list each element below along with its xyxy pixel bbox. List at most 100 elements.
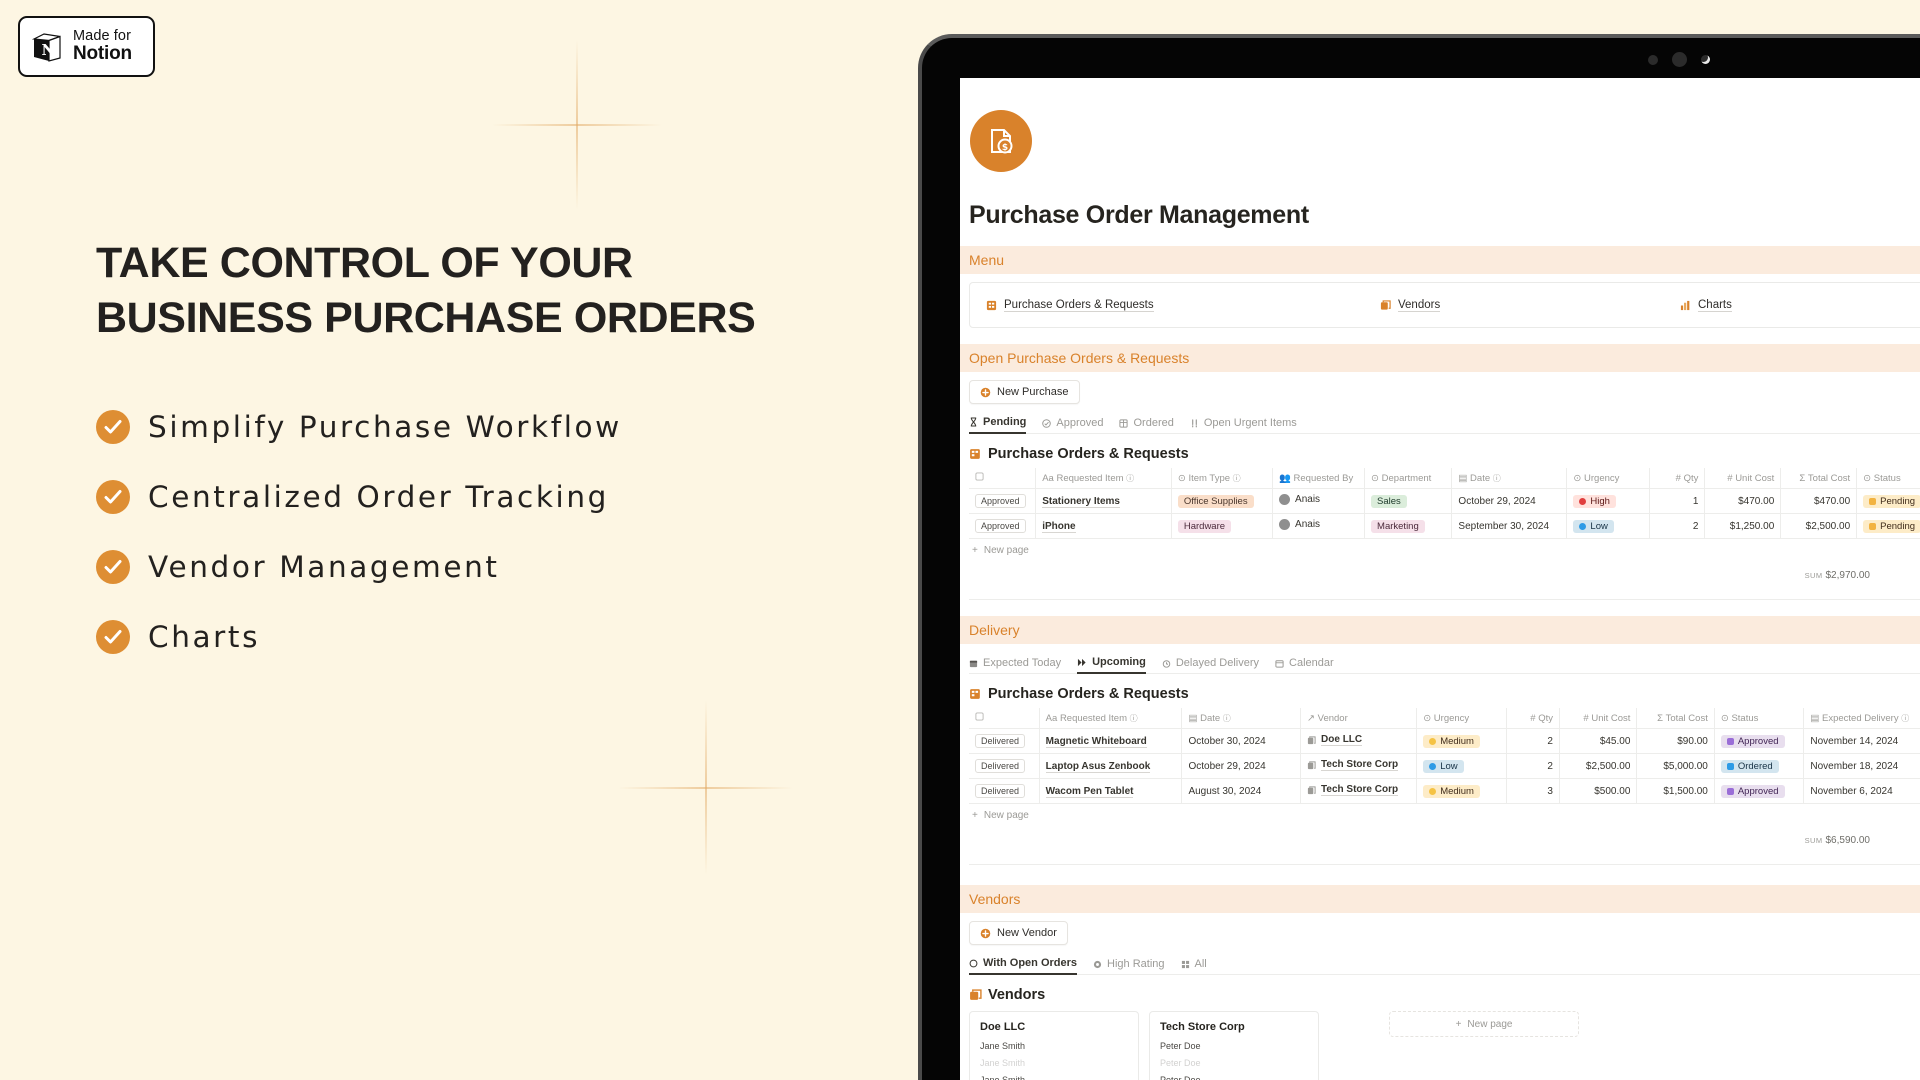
feature-label: Centralized Order Tracking <box>148 480 609 514</box>
row-urgency-cell: High <box>1566 488 1651 514</box>
column-header[interactable] <box>969 468 1037 489</box>
row-vendor-cell[interactable]: Tech Store Corp <box>1300 778 1418 804</box>
page-headline: TAKE CONTROL OF YOUR BUSINESS PURCHASE O… <box>96 239 756 343</box>
new-page-card-button[interactable]: + New page <box>1389 1011 1579 1037</box>
feature-label: Vendor Management <box>148 550 500 584</box>
tab-label: High Rating <box>1107 958 1165 970</box>
vendor-contact: Jane Smith <box>980 1041 1026 1051</box>
menu-item-purchase-orders[interactable]: Purchase Orders & Requests <box>970 299 1380 312</box>
column-header[interactable]: # Unit Cost <box>1559 708 1638 729</box>
row-state-cell: Delivered <box>969 728 1040 754</box>
column-header[interactable]: # Qty <box>1649 468 1706 489</box>
row-department-cell: Sales <box>1364 488 1453 514</box>
database-icon <box>1119 418 1129 428</box>
table-row[interactable]: Delivered Magnetic Whiteboard October 30… <box>969 728 1920 754</box>
table-row[interactable]: Approved iPhone Hardware Anais Marketing… <box>969 513 1920 539</box>
menu-item-vendors[interactable]: Vendors <box>1380 299 1680 312</box>
column-header[interactable]: ↗ Vendor <box>1300 708 1418 729</box>
plus-icon: + <box>972 810 978 821</box>
column-header[interactable]: ▤ Date ⓘ <box>1451 468 1568 489</box>
vendor-card[interactable]: Doe LLC Jane Smith Jane Smith Jane Smith… <box>969 1011 1139 1080</box>
section-divider <box>969 599 1920 600</box>
column-header[interactable]: 👥 Requested By <box>1272 468 1366 489</box>
tab-delayed-delivery[interactable]: Delayed Delivery <box>1162 657 1259 673</box>
tab-open-urgent-items[interactable]: Open Urgent Items <box>1190 417 1297 433</box>
row-urgency-cell: Medium <box>1416 778 1507 804</box>
row-total-cost-cell: $1,500.00 <box>1636 778 1715 804</box>
row-item-cell[interactable]: Laptop Asus Zenbook <box>1039 753 1183 779</box>
new-page-label: New page <box>983 810 1029 821</box>
new-purchase-button[interactable]: New Purchase <box>969 380 1080 404</box>
sensor-icon <box>1648 54 1658 65</box>
tab-calendar[interactable]: Calendar <box>1275 657 1334 673</box>
column-header[interactable]: ⊙ Urgency <box>1566 468 1651 489</box>
row-state-cell: Approved <box>969 488 1037 514</box>
database-title-label: Purchase Orders & Requests <box>988 686 1189 702</box>
sum-label: SUM <box>1804 836 1823 845</box>
database-title-label: Vendors <box>988 987 1046 1003</box>
new-page-button[interactable]: + New page <box>972 545 1920 556</box>
tab-all[interactable]: All <box>1181 958 1207 974</box>
column-header[interactable]: ▤ Date ⓘ <box>1181 708 1302 729</box>
table-row[interactable]: Delivered Laptop Asus Zenbook October 29… <box>969 753 1920 779</box>
row-item-cell[interactable]: Magnetic Whiteboard <box>1039 728 1183 754</box>
tab-label: All <box>1194 958 1207 970</box>
new-page-button[interactable]: + New page <box>972 810 1920 821</box>
column-header[interactable]: # Unit Cost <box>1704 468 1782 489</box>
tablet-bezel-sensors <box>1648 52 1710 67</box>
column-header[interactable]: Σ Total Cost <box>1636 708 1715 729</box>
column-header[interactable]: ⊙ Item Type ⓘ <box>1171 468 1274 489</box>
new-page-label: New page <box>1467 1018 1513 1030</box>
column-header[interactable]: Aa Requested Item ⓘ <box>1035 468 1172 489</box>
row-unit-cost-cell: $45.00 <box>1559 728 1638 754</box>
tab-high-rating[interactable]: High Rating <box>1093 958 1165 974</box>
tab-with-open-orders[interactable]: With Open Orders <box>969 957 1078 975</box>
menu-item-label: Vendors <box>1398 298 1441 312</box>
plus-circle-icon <box>980 928 991 939</box>
double-exclamation-icon <box>1190 418 1199 428</box>
table-row[interactable]: Approved Stationery Items Office Supplie… <box>969 488 1920 514</box>
tab-approved[interactable]: Approved <box>1042 417 1103 433</box>
column-header[interactable]: # Qty <box>1506 708 1560 729</box>
speaker-icon <box>1672 52 1687 67</box>
column-header[interactable]: Σ Total Cost <box>1780 468 1858 489</box>
table-header-row: Aa Requested Item ⓘ ▤ Date ⓘ ↗ Vendor ⊙ … <box>969 708 1920 729</box>
section-header-vendors: Vendors <box>960 885 1920 913</box>
vendor-name: Tech Store Corp <box>1160 1021 1245 1033</box>
column-header[interactable]: ⊙ Status <box>1714 708 1805 729</box>
plus-circle-icon <box>980 387 991 398</box>
tab-ordered[interactable]: Ordered <box>1119 417 1174 433</box>
tab-pending[interactable]: Pending <box>969 416 1027 434</box>
row-vendor-cell[interactable]: Doe LLC <box>1300 728 1418 754</box>
purchase-order-document-icon: $ <box>970 110 1032 172</box>
sum-value: $6,590.00 <box>1825 835 1871 846</box>
row-state-cell: Delivered <box>969 778 1040 804</box>
table-row[interactable]: Delivered Wacom Pen Tablet August 30, 20… <box>969 778 1920 804</box>
svg-text:N: N <box>42 41 56 59</box>
sparkle-decoration-bottom <box>618 700 793 875</box>
column-header[interactable]: ⊙ Department <box>1364 468 1453 489</box>
row-item-cell[interactable]: Stationery Items <box>1035 488 1172 514</box>
new-vendor-button[interactable]: New Vendor <box>969 921 1068 945</box>
check-circle-icon <box>96 620 130 654</box>
column-header[interactable]: ▤ Expected Delivery ⓘ <box>1803 708 1920 729</box>
badge-made-for-label: Made for <box>73 27 132 44</box>
database-icon <box>969 988 982 1002</box>
column-header[interactable] <box>969 708 1040 729</box>
column-header[interactable]: Aa Requested Item ⓘ <box>1039 708 1183 729</box>
row-vendor-cell[interactable]: Tech Store Corp <box>1300 753 1418 779</box>
row-item-cell[interactable]: iPhone <box>1035 513 1172 539</box>
row-item-cell[interactable]: Wacom Pen Tablet <box>1039 778 1183 804</box>
column-header[interactable]: ⊙ Status <box>1856 468 1920 489</box>
table-header-row: Aa Requested Item ⓘ ⊙ Item Type ⓘ 👥 Requ… <box>969 468 1920 489</box>
row-unit-cost-cell: $2,500.00 <box>1559 753 1638 779</box>
row-state-cell: Approved <box>969 513 1037 539</box>
page-title: Purchase Order Management <box>969 201 1309 229</box>
tab-upcoming[interactable]: Upcoming <box>1077 656 1146 674</box>
column-header[interactable]: ⊙ Urgency <box>1416 708 1507 729</box>
vendor-card[interactable]: Tech Store Corp Peter Doe Peter Doe Pete… <box>1149 1011 1319 1080</box>
menu-item-charts[interactable]: Charts <box>1680 299 1920 312</box>
tab-expected-today[interactable]: Expected Today <box>969 657 1061 673</box>
section-divider <box>969 864 1920 865</box>
row-requested-by-cell: Anais <box>1272 513 1366 539</box>
